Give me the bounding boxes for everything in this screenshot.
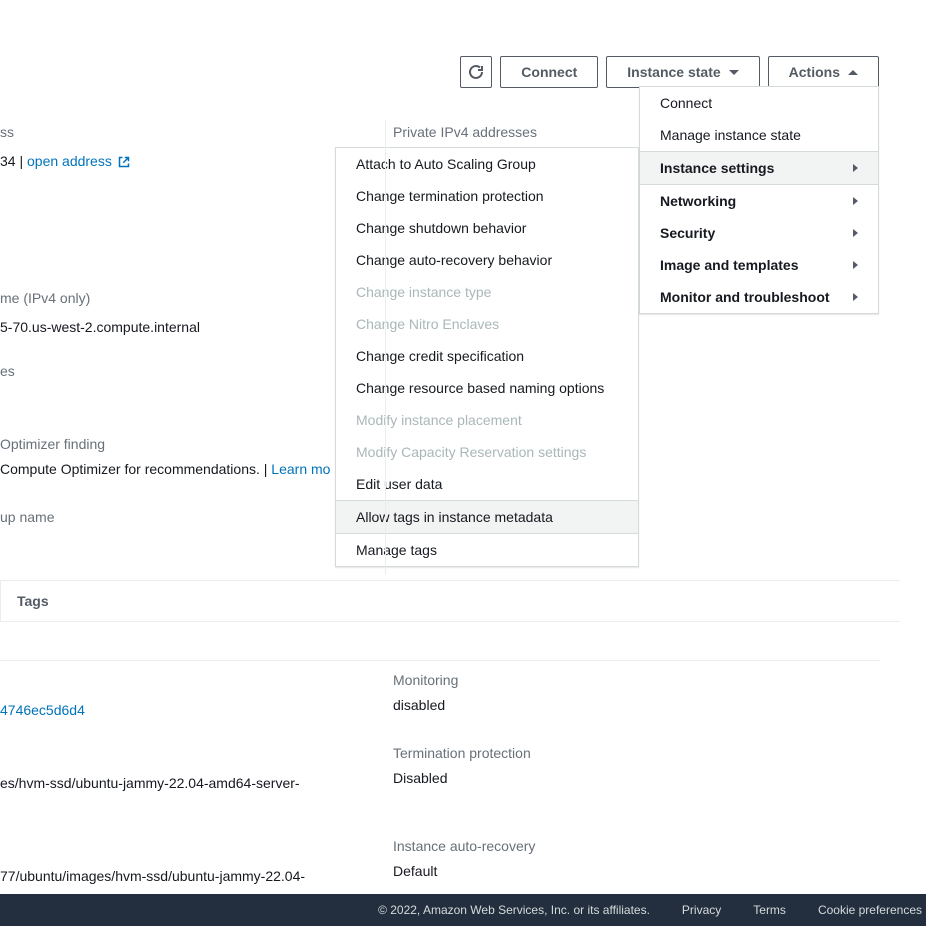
termination-value: Disabled: [393, 770, 447, 786]
cookie-link[interactable]: Cookie preferences: [818, 903, 922, 917]
submenu-item: Change instance type: [336, 276, 638, 308]
ip-fragment: 34 |: [0, 153, 27, 169]
refresh-icon: [468, 64, 484, 80]
open-address-link[interactable]: open address: [27, 153, 130, 169]
private-ipv4-label: Private IPv4 addresses: [393, 124, 537, 140]
menu-instance-settings[interactable]: Instance settings: [640, 151, 878, 185]
submenu-item: Change Nitro Enclaves: [336, 308, 638, 340]
submenu-item[interactable]: Manage tags: [336, 534, 638, 566]
vertical-divider: [385, 120, 386, 575]
submenu-item[interactable]: Change resource based naming options: [336, 372, 638, 404]
termination-label: Termination protection: [393, 745, 531, 761]
instance-state-button[interactable]: Instance state: [606, 56, 759, 88]
menu-manage-state[interactable]: Manage instance state: [640, 119, 878, 151]
es-label: es: [0, 363, 15, 379]
monitoring-value: disabled: [393, 697, 445, 713]
actions-dropdown: Connect Manage instance state Instance s…: [639, 86, 879, 314]
optimizer-row: Compute Optimizer for recommendations. |…: [0, 461, 330, 477]
submenu-item[interactable]: Attach to Auto Scaling Group: [336, 148, 638, 180]
submenu-item[interactable]: Change shutdown behavior: [336, 212, 638, 244]
ami-path-2: 77/ubuntu/images/hvm-ssd/ubuntu-jammy-22…: [0, 868, 305, 884]
submenu-item: Modify Capacity Reservation settings: [336, 436, 638, 468]
chevron-right-icon: [853, 164, 858, 172]
learn-more-link[interactable]: Learn mo: [271, 461, 330, 477]
ami-path-1: es/hvm-ssd/ubuntu-jammy-22.04-amd64-serv…: [0, 775, 300, 791]
submenu-item[interactable]: Edit user data: [336, 468, 638, 500]
submenu-item[interactable]: Change termination protection: [336, 180, 638, 212]
tabs-row: Tags: [0, 580, 900, 622]
menu-networking[interactable]: Networking: [640, 185, 878, 217]
submenu-item: Modify instance placement: [336, 404, 638, 436]
refresh-button[interactable]: [460, 56, 492, 88]
autorecovery-value: Default: [393, 863, 437, 879]
ami-id-link[interactable]: 4746ec5d6d4: [0, 702, 85, 718]
footer: © 2022, Amazon Web Services, Inc. or its…: [0, 894, 926, 926]
menu-connect[interactable]: Connect: [640, 87, 878, 119]
actions-label: Actions: [789, 64, 840, 80]
autorecovery-label: Instance auto-recovery: [393, 838, 535, 854]
ip-row: 34 | open address: [0, 153, 130, 169]
submenu-item[interactable]: Change auto-recovery behavior: [336, 244, 638, 276]
instance-settings-submenu: Attach to Auto Scaling GroupChange termi…: [335, 147, 639, 567]
menu-monitor[interactable]: Monitor and troubleshoot: [640, 281, 878, 313]
chevron-right-icon: [853, 197, 858, 205]
hostname-label: me (IPv4 only): [0, 290, 90, 306]
section-divider: [0, 660, 880, 661]
caret-up-icon: [848, 70, 858, 75]
address-label-fragment: ss: [0, 124, 14, 140]
submenu-item[interactable]: Change credit specification: [336, 340, 638, 372]
copyright: © 2022, Amazon Web Services, Inc. or its…: [378, 903, 650, 917]
menu-security[interactable]: Security: [640, 217, 878, 249]
terms-link[interactable]: Terms: [753, 903, 786, 917]
tab-tags[interactable]: Tags: [0, 581, 65, 621]
instance-state-label: Instance state: [627, 64, 720, 80]
chevron-right-icon: [853, 261, 858, 269]
caret-down-icon: [729, 70, 739, 75]
chevron-right-icon: [853, 229, 858, 237]
menu-image-templates[interactable]: Image and templates: [640, 249, 878, 281]
actions-button[interactable]: Actions: [768, 56, 879, 88]
connect-button[interactable]: Connect: [500, 56, 598, 88]
group-name-label: up name: [0, 509, 54, 525]
monitoring-label: Monitoring: [393, 672, 458, 688]
connect-label: Connect: [521, 64, 577, 80]
submenu-item[interactable]: Allow tags in instance metadata: [336, 500, 638, 534]
privacy-link[interactable]: Privacy: [682, 903, 721, 917]
external-link-icon: [118, 156, 130, 168]
optimizer-label: Optimizer finding: [0, 436, 105, 452]
hostname-value: 5-70.us-west-2.compute.internal: [0, 319, 200, 335]
chevron-right-icon: [853, 293, 858, 301]
